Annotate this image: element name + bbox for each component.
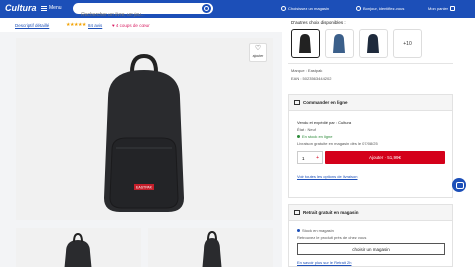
- heart-icon: ♡: [254, 45, 262, 52]
- divider: [288, 63, 453, 64]
- navy-backpack-icon: [367, 34, 379, 53]
- choose-store-link[interactable]: Choisissez un magasin: [281, 6, 329, 11]
- chat-button[interactable]: [452, 178, 466, 192]
- account-label: Bonjour, identifiez-vous: [363, 6, 405, 11]
- main-product-image[interactable]: EASTPAK ♡ ajouter: [16, 38, 273, 220]
- cart-icon: [450, 6, 456, 11]
- add-to-cart-button[interactable]: Ajouter · 51,99€: [325, 151, 445, 164]
- blue-backpack-icon: [333, 34, 345, 53]
- search-bar: [73, 3, 213, 21]
- black-backpack-icon: [299, 34, 311, 53]
- delivery-info: Livraison gratuite en magasin dès le 07/…: [297, 141, 378, 146]
- store-pickup-title: Retrait gratuit en magasin: [303, 210, 359, 215]
- add-to-wishlist-button[interactable]: ♡ ajouter: [249, 43, 267, 62]
- other-choices-title: D'autres choix disponibles :: [291, 20, 346, 25]
- pickup-info-link[interactable]: En savoir plus sur le Retrait 2h: [297, 260, 351, 265]
- product-state: État : Neuf: [297, 127, 316, 132]
- quantity-value: 1: [302, 156, 305, 161]
- gallery-thumbnail-1[interactable]: [16, 228, 141, 267]
- quantity-plus-button[interactable]: +: [316, 155, 319, 161]
- online-order-header: Commander en ligne: [289, 95, 452, 111]
- store-stock-icon: [297, 229, 300, 233]
- backpack-side-thumb-icon: [202, 230, 222, 267]
- gallery-thumbnail-2[interactable]: [148, 228, 273, 267]
- truck-icon: [294, 100, 300, 105]
- brand-patch: EASTPAK: [136, 186, 153, 190]
- store-pickup-card: Retrait gratuit en magasin Stock en maga…: [288, 204, 453, 267]
- menu-button[interactable]: Menu: [41, 5, 62, 11]
- user-icon: [356, 6, 361, 11]
- choose-store-button[interactable]: choisir un magasin: [297, 243, 445, 255]
- brand-spec: Marque : Eastpak: [291, 68, 323, 73]
- account-link[interactable]: Bonjour, identifiez-vous: [356, 6, 404, 11]
- quantity-stepper[interactable]: 1 +: [297, 151, 323, 164]
- add-label: ajouter: [252, 54, 264, 58]
- backpack-image: EASTPAK: [104, 53, 184, 212]
- online-order-title: Commander en ligne: [303, 100, 348, 105]
- store-pickup-header: Retrait gratuit en magasin: [289, 205, 452, 221]
- store-reserve-info: Retrouvez le produit près de chez vous: [297, 235, 367, 240]
- online-stock-status: En stock en ligne: [297, 134, 332, 139]
- product-panel: D'autres choix disponibles : +10 Marque …: [282, 18, 475, 267]
- online-order-card: Commander en ligne Vendu et expédié par …: [288, 94, 453, 198]
- top-header: Cultura Menu Choisissez un magasin Bonjo…: [0, 0, 475, 21]
- variant-black[interactable]: [291, 29, 320, 58]
- cultura-logo[interactable]: Cultura: [5, 3, 37, 13]
- reviews-link[interactable]: 84 avis: [88, 23, 102, 28]
- delivery-options-link[interactable]: Voir toutes les options de livraison: [297, 174, 357, 179]
- backpack-thumb-icon: [64, 232, 92, 267]
- product-subbar: Descriptif détaillé ★★★★★ 84 avis ♥ 4 co…: [0, 18, 282, 32]
- rating-stars: ★★★★★: [66, 22, 86, 28]
- variant-navy[interactable]: [359, 29, 388, 58]
- store-label: Choisissez un magasin: [288, 6, 330, 11]
- cart-label: Mon panier: [428, 6, 449, 11]
- more-variants-button[interactable]: +10: [393, 29, 422, 58]
- search-icon[interactable]: [202, 4, 211, 13]
- cart-link[interactable]: Mon panier: [428, 6, 456, 11]
- ean-spec: EAN : 5023563444202: [291, 76, 332, 81]
- seller-info: Vendu et expédié par : Cultura: [297, 120, 352, 125]
- hamburger-icon: [41, 5, 47, 11]
- store-stock-status: Stock en magasin: [297, 228, 334, 233]
- menu-label: Menu: [49, 5, 62, 11]
- store-pin-icon: [281, 6, 286, 11]
- store-icon: [294, 210, 300, 215]
- description-link[interactable]: Descriptif détaillé: [15, 23, 49, 28]
- favorites-link[interactable]: ♥ 4 coups de cœur: [112, 23, 150, 28]
- in-stock-icon: [297, 135, 300, 139]
- variant-blue[interactable]: [325, 29, 354, 58]
